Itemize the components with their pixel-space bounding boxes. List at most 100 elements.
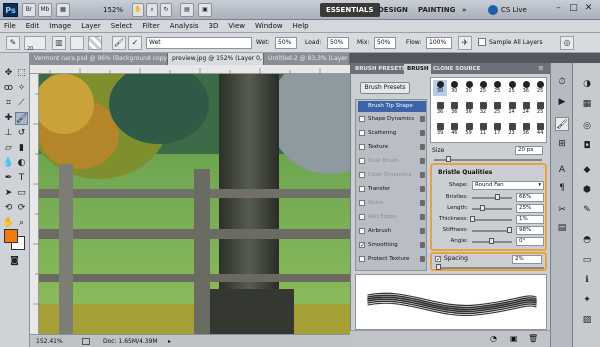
current-load-swatch[interactable] [70, 36, 84, 50]
quick-mask-icon[interactable]: ◙ [8, 255, 21, 268]
brush-presets-button[interactable]: Brush Presets [360, 82, 410, 94]
close-icon[interactable]: ✕ [582, 2, 595, 15]
tab-brush-presets[interactable]: BRUSH PRESETS [352, 64, 409, 74]
brush-tip[interactable]: 23 [505, 122, 519, 138]
lock-icon[interactable] [420, 256, 425, 262]
quick-selection-tool-icon[interactable]: ✧ [15, 82, 28, 95]
spacing-slider[interactable] [436, 267, 544, 269]
setting-checkbox[interactable] [359, 130, 365, 136]
masks-panel-icon[interactable]: ◘ [580, 139, 594, 153]
menu-select[interactable]: Select [111, 20, 133, 32]
paragraph-panel-icon[interactable]: ¶ [555, 181, 569, 195]
spacing-field[interactable]: 2% [512, 255, 542, 264]
mix-field[interactable]: 50% [374, 37, 396, 49]
clone-source-panel-icon[interactable]: ⊞ [555, 137, 569, 151]
brush-panel-icon[interactable]: 🖌 [555, 117, 569, 131]
menu-view[interactable]: View [228, 20, 245, 32]
bristle-row-slider[interactable] [472, 197, 512, 199]
menu-3d[interactable]: 3D [209, 20, 219, 32]
brush-tip[interactable]: 30 [447, 80, 461, 96]
status-menu-arrow[interactable]: ▸ [168, 337, 171, 346]
workspace-more[interactable]: » [456, 3, 473, 17]
menu-filter[interactable]: Filter [142, 20, 159, 32]
setting-protect-texture[interactable]: Protect Texture [358, 254, 426, 265]
brush-tip[interactable]: 25 [490, 80, 504, 96]
bristle-row-field[interactable]: 66% [516, 193, 544, 202]
brush-tip[interactable]: 30 [462, 80, 476, 96]
setting-noise[interactable]: Noise [358, 198, 426, 209]
lock-icon[interactable] [420, 172, 425, 178]
lock-icon[interactable] [420, 158, 425, 164]
path-selection-tool-icon[interactable]: ➤ [2, 187, 15, 200]
load-brush-icon[interactable]: 🖌 [112, 36, 126, 50]
brush-tip[interactable]: 32 [476, 101, 490, 117]
sample-all-layers-checkbox[interactable] [478, 38, 486, 46]
foreground-color-swatch[interactable] [4, 229, 18, 243]
brush-tip[interactable]: 25 [490, 101, 504, 117]
setting-airbrush[interactable]: Airbrush [358, 226, 426, 237]
setting-dual-brush[interactable]: Dual Brush [358, 156, 426, 167]
bristle-row-field[interactable]: 25% [516, 204, 544, 213]
3d-camera-tool-icon[interactable]: ⟳ [15, 202, 28, 215]
document-canvas[interactable] [39, 74, 350, 334]
swatches-panel-icon[interactable]: ▦ [580, 97, 594, 111]
lasso-tool-icon[interactable]: ꝏ [2, 82, 15, 95]
setting-scattering[interactable]: Scattering [358, 128, 426, 139]
setting-shape-dynamics[interactable]: Shape Dynamics [358, 114, 426, 125]
mini-bridge-icon[interactable]: Mb [38, 3, 52, 17]
workspace-essentials[interactable]: ESSENTIALS [320, 3, 380, 17]
eraser-tool-icon[interactable]: ▱ [2, 142, 15, 155]
tab-clone-source[interactable]: CLONE SOURCE [430, 64, 483, 74]
brush-tip[interactable]: 59 [462, 122, 476, 138]
lock-icon[interactable] [420, 116, 425, 122]
setting-checkbox[interactable] [359, 116, 365, 122]
color-panel-icon[interactable]: ◑ [580, 77, 594, 91]
lock-icon[interactable] [420, 144, 425, 150]
bristle-row-knob[interactable] [507, 227, 513, 233]
clone-stamp-tool-icon[interactable]: ⊥ [2, 127, 15, 140]
tools-presets-icon[interactable]: ✂ [555, 203, 569, 217]
layer-comps-icon[interactable]: ▤ [555, 221, 569, 235]
histogram-panel-icon[interactable]: ▨ [580, 313, 594, 327]
airbrush-icon[interactable]: ✈ [458, 36, 472, 50]
tab-preview[interactable]: preview.jpg @ 152% (Layer 0, RGB/8) * [168, 53, 264, 65]
navigator-panel-icon[interactable]: ✦ [580, 293, 594, 307]
animation-panel-icon[interactable]: ▭ [580, 253, 594, 267]
setting-checkbox[interactable] [359, 144, 365, 150]
bristle-row-slider[interactable] [472, 230, 512, 232]
workspace-painting[interactable]: PAINTING [412, 3, 461, 17]
shape-select[interactable]: Round Fan ▾ [472, 181, 544, 190]
3d-panel-icon[interactable]: ◓ [580, 233, 594, 247]
clean-brush-icon[interactable]: ✓ [128, 36, 142, 50]
status-zoom[interactable]: 152.41% [36, 337, 63, 346]
brush-tip[interactable]: 25 [533, 80, 546, 96]
mixer-brush-tool-icon[interactable]: ✎ [6, 36, 20, 50]
horizontal-ruler[interactable] [30, 65, 350, 74]
setting-checkbox[interactable] [359, 256, 365, 262]
bristle-row-field[interactable]: 1% [516, 215, 544, 224]
menu-help[interactable]: Help [293, 20, 309, 32]
rotate-view-icon[interactable]: ↻ [160, 3, 172, 17]
arrange-documents-icon[interactable]: ▤ [180, 3, 194, 17]
bristle-row-knob[interactable] [495, 194, 501, 200]
bristle-row-slider[interactable] [472, 219, 512, 221]
maximize-icon[interactable]: □ [567, 2, 580, 15]
setting-checkbox[interactable] [359, 172, 365, 178]
character-panel-icon[interactable]: A [555, 163, 569, 177]
brush-tip[interactable]: 11 [476, 122, 490, 138]
tab-vermont[interactable]: Vermont nara.psd @ 96% (Background copy,… [30, 53, 168, 65]
blur-tool-icon[interactable]: 💧 [2, 157, 15, 170]
setting-smoothing[interactable]: ✓ Smoothing [358, 240, 426, 251]
lock-icon[interactable] [420, 214, 425, 220]
brush-tip[interactable]: 14 [505, 101, 519, 117]
dodge-tool-icon[interactable]: ◐ [15, 157, 28, 170]
lock-icon[interactable] [420, 200, 425, 206]
tablet-pressure-icon[interactable]: ◎ [560, 36, 574, 50]
screen-mode-icon[interactable]: ▣ [198, 3, 212, 17]
setting-checkbox[interactable] [359, 200, 365, 206]
history-brush-tool-icon[interactable]: ↺ [15, 127, 28, 140]
lock-icon[interactable] [420, 228, 425, 234]
brush-tip[interactable]: 36 [447, 101, 461, 117]
cs-live-link[interactable]: CS Live [501, 4, 527, 16]
bridge-icon[interactable]: Br [22, 3, 36, 17]
